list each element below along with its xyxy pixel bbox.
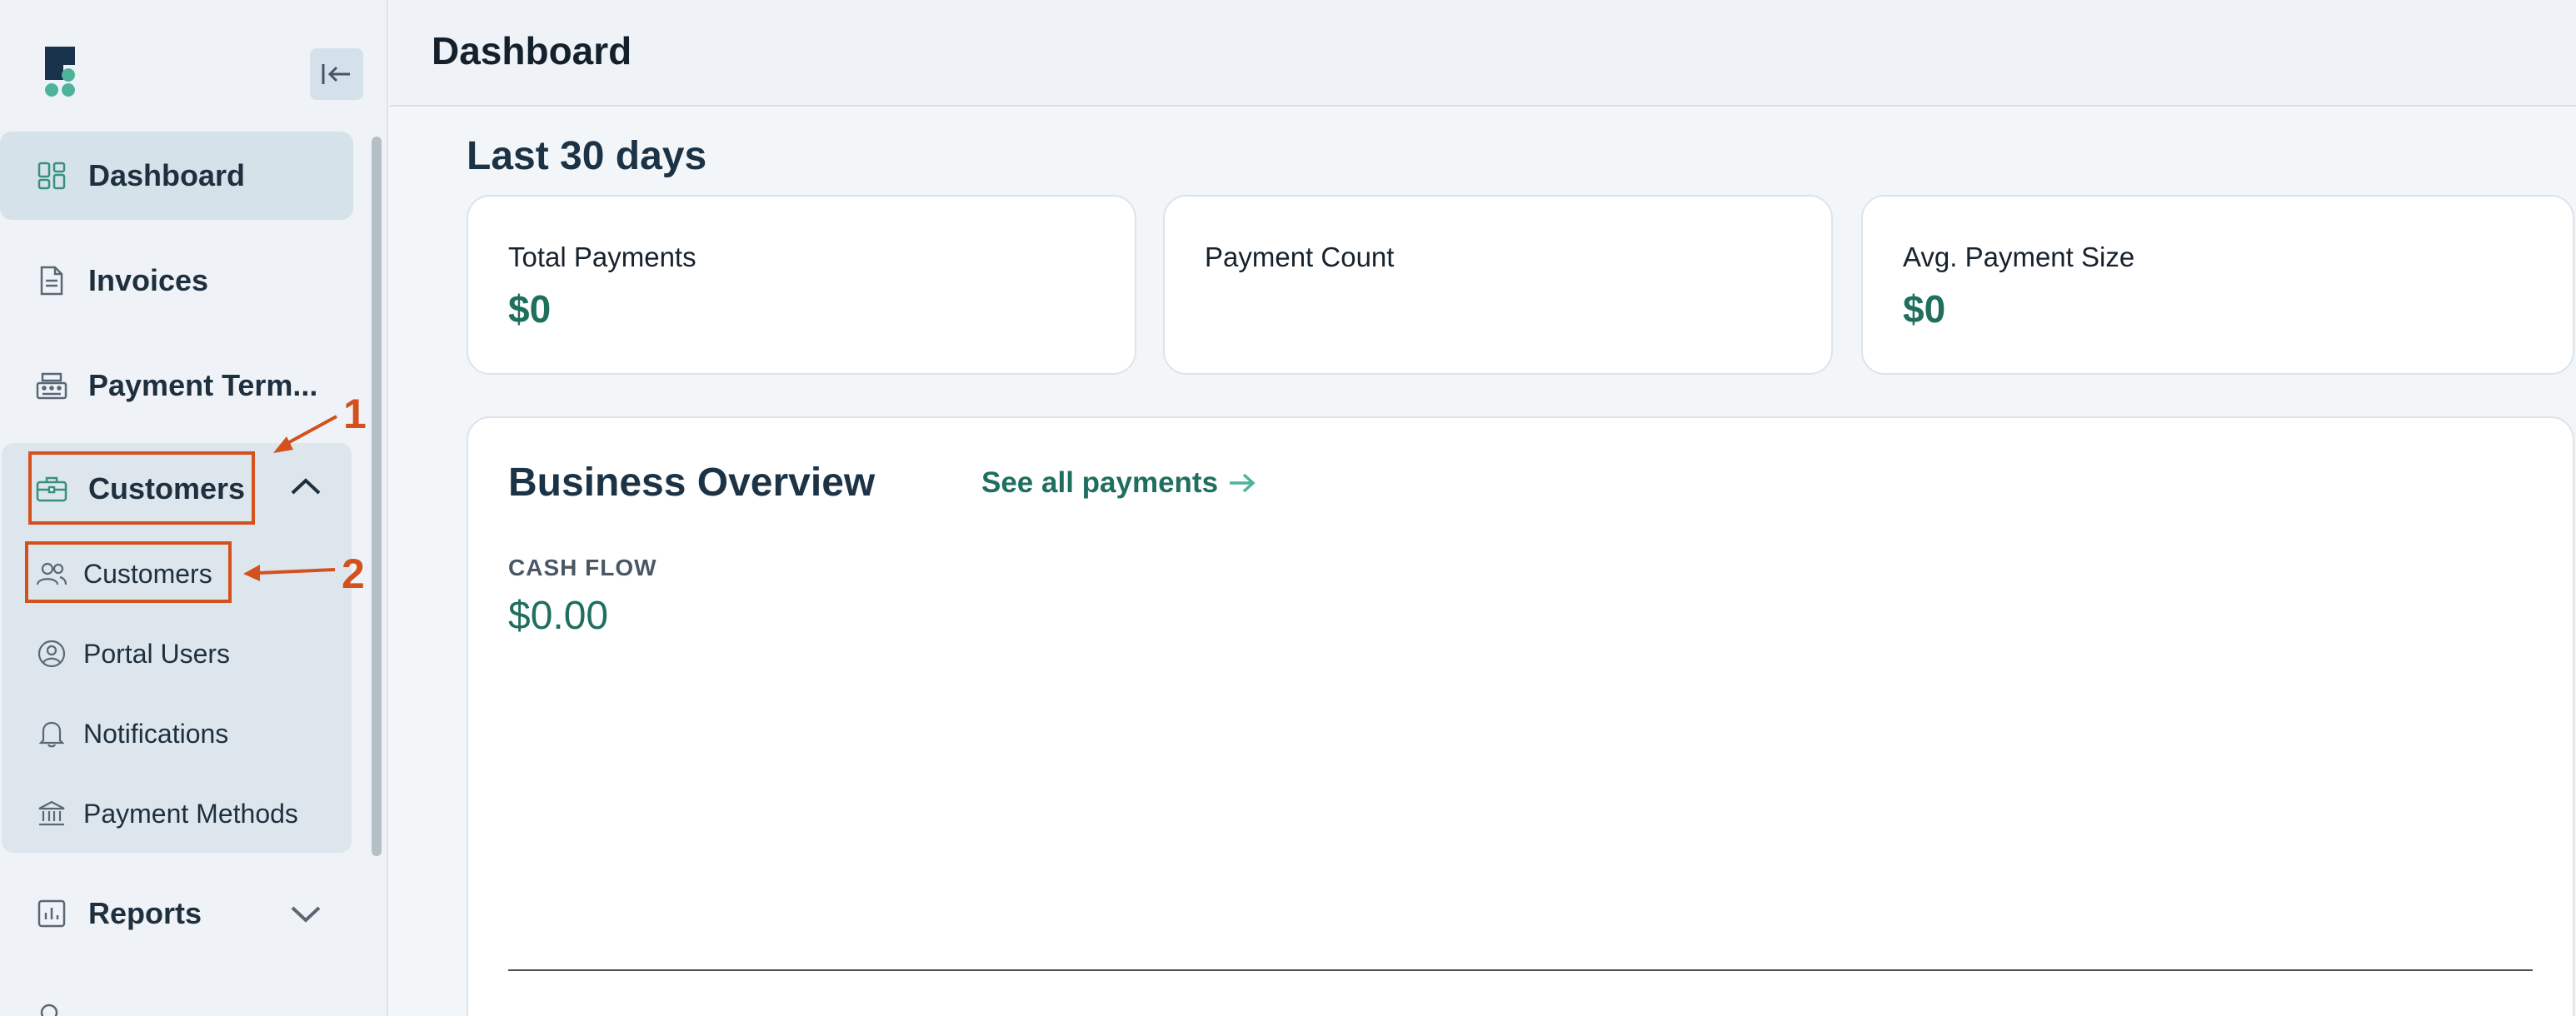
sidebar: Dashboard Invoices Payment Term... Custo… (0, 0, 388, 1016)
business-overview-card: Business Overview See all payments CASH … (467, 416, 2574, 1016)
sidebar-subitem-label: Portal Users (83, 638, 231, 669)
sidebar-item-partial[interactable] (37, 998, 62, 1016)
sidebar-item-label: Reports (88, 896, 202, 930)
main-content: Last 30 days Total Payments $0 Payment C… (390, 108, 2576, 1016)
period-title: Last 30 days (467, 134, 707, 178)
annotation-arrows (243, 415, 337, 581)
partial-icon (40, 1004, 58, 1016)
bank-icon (35, 797, 68, 830)
sidebar-subitem-payment-methods[interactable]: Payment Methods (35, 784, 298, 843)
annotation-number-1: 1 (343, 391, 367, 437)
chart-baseline (508, 969, 2533, 971)
top-bar: Dashboard (390, 0, 2576, 107)
stat-label: Avg. Payment Size (1903, 242, 2135, 272)
overview-title: Business Overview (508, 461, 876, 505)
user-circle-icon (35, 637, 68, 670)
stat-label: Total Payments (508, 242, 696, 272)
chevron-down-icon[interactable] (290, 904, 322, 924)
bell-icon (35, 717, 68, 750)
sidebar-subitem-label: Notifications (83, 718, 229, 749)
page-title: Dashboard (432, 29, 632, 72)
stat-card-payment-count: Payment Count (1163, 195, 1833, 375)
cash-flow-value: $0.00 (508, 594, 609, 638)
sidebar-subitem-label: Payment Methods (83, 798, 298, 829)
stat-card-total-payments: Total Payments $0 (467, 195, 1136, 375)
sidebar-subitem-portal-users[interactable]: Portal Users (35, 625, 230, 683)
link-label: See all payments (981, 466, 1219, 499)
stat-label: Payment Count (1205, 242, 1395, 272)
chart-icon (35, 897, 68, 930)
annotation-number-2: 2 (342, 550, 365, 597)
arrow-right-icon (1228, 471, 1256, 495)
stat-value: $0 (508, 287, 552, 331)
see-all-payments-link[interactable]: See all payments (981, 466, 1256, 500)
sidebar-subitem-notifications[interactable]: Notifications (35, 705, 228, 763)
stat-value: $0 (1903, 287, 1946, 331)
cash-flow-label: CASH FLOW (508, 555, 657, 580)
stat-card-avg-payment-size: Avg. Payment Size $0 (1861, 195, 2574, 375)
